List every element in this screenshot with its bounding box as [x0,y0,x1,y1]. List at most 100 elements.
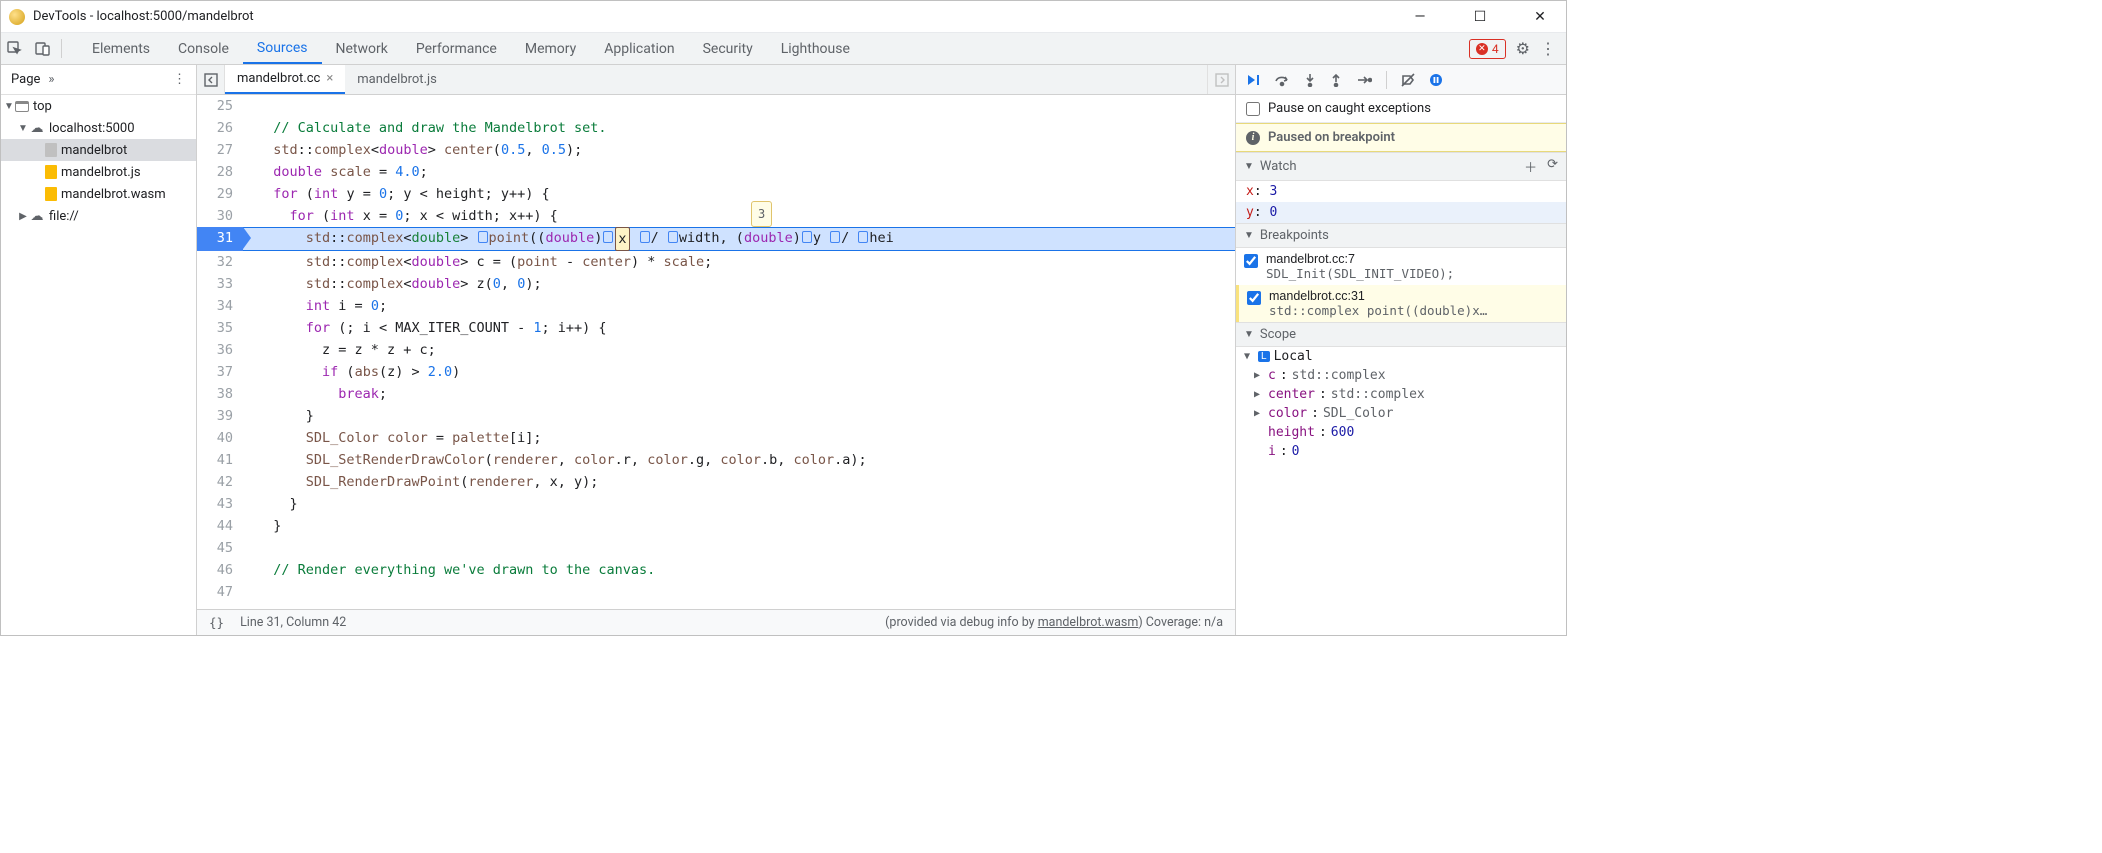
file-icon [45,165,57,179]
maximize-button[interactable]: ☐ [1462,5,1498,29]
file-tree: ▼ top ▼☁ localhost:5000 mandelbrot mande… [1,95,196,635]
line-gutter[interactable]: 37 [197,361,243,383]
resume-icon[interactable] [1246,73,1260,87]
main-tab-sources[interactable]: Sources [243,33,322,64]
main-tabbar: ElementsConsoleSourcesNetworkPerformance… [1,33,1566,65]
line-gutter[interactable]: 45 [197,537,243,559]
format-icon[interactable]: {} [209,615,224,630]
close-tab-icon[interactable]: × [326,71,333,86]
main-tab-application[interactable]: Application [590,33,688,64]
step-icon[interactable] [1356,74,1372,86]
editor-tab[interactable]: mandelbrot.js [345,65,449,94]
step-over-icon[interactable] [1274,73,1290,87]
main-tab-performance[interactable]: Performance [402,33,511,64]
line-gutter[interactable]: 25 [197,95,243,117]
pause-caught-checkbox[interactable] [1246,102,1260,116]
window-title: DevTools - localhost:5000/mandelbrot [33,9,1402,24]
editor-tabs: mandelbrot.cc×mandelbrot.js [197,65,1235,95]
line-gutter[interactable]: 33 [197,273,243,295]
line-gutter[interactable]: 47 [197,581,243,603]
step-into-icon[interactable] [1304,73,1316,87]
cursor-position: Line 31, Column 42 [240,615,346,630]
breakpoint-row[interactable]: mandelbrot.cc:7SDL_Init(SDL_INIT_VIDEO); [1236,248,1566,285]
debug-info-link[interactable]: mandelbrot.wasm [1038,615,1139,630]
info-icon: i [1246,131,1260,145]
nav-back-icon[interactable] [197,65,225,94]
code-editor[interactable]: 2526 // Calculate and draw the Mandelbro… [197,95,1235,609]
line-gutter[interactable]: 27 [197,139,243,161]
line-gutter[interactable]: 31 [197,227,243,251]
scope-var[interactable]: i: 0 [1236,442,1566,461]
tree-file[interactable]: mandelbrot.wasm [1,183,196,205]
file-icon [45,187,57,201]
breakpoints-section-head[interactable]: ▼Breakpoints [1236,223,1566,248]
line-gutter[interactable]: 30 [197,205,243,227]
main-tab-security[interactable]: Security [689,33,767,64]
error-icon: ✕ [1476,43,1488,55]
error-count: 4 [1492,42,1499,56]
breakpoint-checkbox[interactable] [1247,291,1261,305]
breakpoint-row[interactable]: mandelbrot.cc:31std::complex point((doub… [1236,285,1566,322]
watch-row[interactable]: y: 0 [1236,202,1566,223]
nav-fwd-icon[interactable] [1207,65,1235,94]
pause-caught-option[interactable]: Pause on caught exceptions [1236,95,1566,123]
sidebar-more-icon[interactable]: ⋮ [173,72,186,87]
line-gutter[interactable]: 39 [197,405,243,427]
line-gutter[interactable]: 29 [197,183,243,205]
more-tabs-icon[interactable]: » [48,72,54,87]
line-gutter[interactable]: 46 [197,559,243,581]
pause-exceptions-icon[interactable] [1429,73,1443,87]
deactivate-bp-icon[interactable] [1401,73,1415,87]
main-tab-memory[interactable]: Memory [511,33,590,64]
line-gutter[interactable]: 26 [197,117,243,139]
scope-section-head[interactable]: ▼Scope [1236,322,1566,347]
main-tab-console[interactable]: Console [164,33,243,64]
line-gutter[interactable]: 43 [197,493,243,515]
line-gutter[interactable]: 41 [197,449,243,471]
window-icon [15,101,29,112]
line-gutter[interactable]: 36 [197,339,243,361]
scope-var[interactable]: ▶c: std::complex [1236,366,1566,385]
add-watch-icon[interactable]: ＋ [1524,157,1537,176]
scope-var[interactable]: height: 600 [1236,423,1566,442]
line-gutter[interactable]: 32 [197,251,243,273]
refresh-watch-icon[interactable]: ⟳ [1547,157,1558,176]
cloud-icon: ☁ [29,208,45,224]
close-button[interactable]: ✕ [1522,5,1558,29]
tree-root[interactable]: ▼ top [1,95,196,117]
line-gutter[interactable]: 40 [197,427,243,449]
settings-icon[interactable]: ⚙ [1516,39,1530,58]
line-gutter[interactable]: 35 [197,317,243,339]
scope-var[interactable]: ▶center: std::complex [1236,385,1566,404]
debug-toolbar [1236,65,1566,95]
app-icon [9,9,25,25]
main-tab-elements[interactable]: Elements [78,33,164,64]
tree-origin[interactable]: ▶☁ file:// [1,205,196,227]
line-gutter[interactable]: 28 [197,161,243,183]
tree-file[interactable]: mandelbrot.js [1,161,196,183]
tree-file[interactable]: mandelbrot [1,139,196,161]
watch-section-head[interactable]: ▼Watch ＋ ⟳ [1236,152,1566,181]
breakpoint-checkbox[interactable] [1244,254,1258,268]
editor-tab[interactable]: mandelbrot.cc× [225,65,345,94]
tree-origin[interactable]: ▼☁ localhost:5000 [1,117,196,139]
scope-var[interactable]: ▶color: SDL_Color [1236,404,1566,423]
statusbar: {} Line 31, Column 42 (provided via debu… [197,609,1235,635]
line-gutter[interactable]: 38 [197,383,243,405]
line-gutter[interactable]: 42 [197,471,243,493]
watch-row[interactable]: x: 3 [1236,181,1566,202]
more-icon[interactable]: ⋮ [1540,39,1556,58]
inline-value-tooltip: 3 [751,201,772,227]
page-tab[interactable]: Page [11,72,40,87]
minimize-button[interactable]: — [1402,5,1438,29]
line-gutter[interactable]: 34 [197,295,243,317]
main-tab-lighthouse[interactable]: Lighthouse [767,33,864,64]
inspect-element-icon[interactable] [1,33,29,64]
cloud-icon: ☁ [29,120,45,136]
device-toolbar-icon[interactable] [29,33,57,64]
step-out-icon[interactable] [1330,73,1342,87]
error-count-badge[interactable]: ✕ 4 [1469,39,1506,59]
line-gutter[interactable]: 44 [197,515,243,537]
main-tab-network[interactable]: Network [322,33,402,64]
scope-group[interactable]: ▼L Local [1236,347,1566,366]
